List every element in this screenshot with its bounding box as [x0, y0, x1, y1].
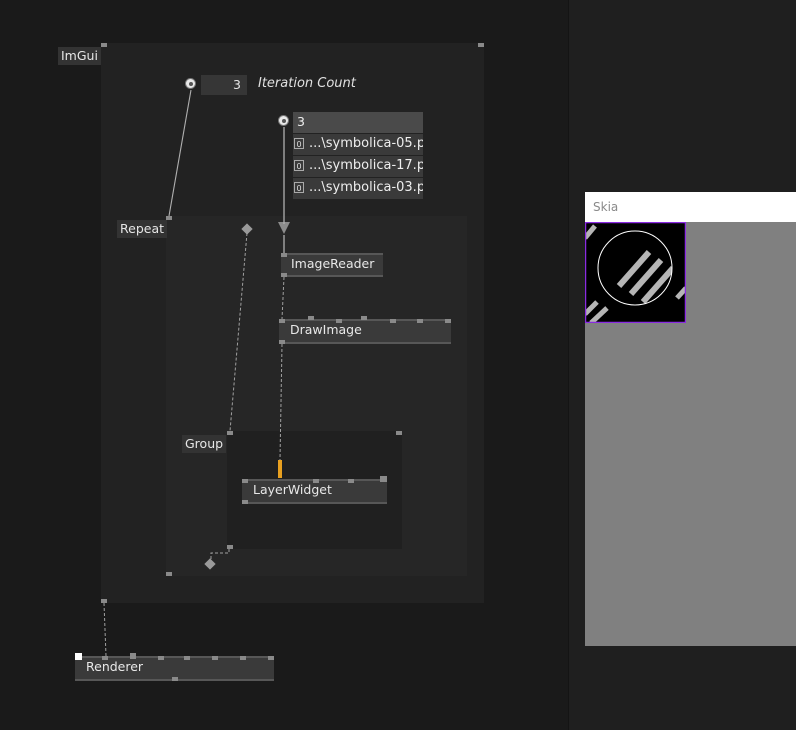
repeat-region-label: Repeat	[117, 220, 168, 238]
drawimage-pin[interactable]	[308, 316, 314, 320]
layerwidget-pin[interactable]	[242, 479, 248, 483]
imagereader-input-pin[interactable]	[281, 253, 287, 257]
iteration-count-label: Iteration Count	[258, 76, 356, 91]
spread-index-icon: 0	[294, 182, 304, 193]
drawimage-pin[interactable]	[390, 319, 396, 323]
spread-item-text: ...\symbolica-17.p	[309, 158, 423, 173]
drawimage-output-pin[interactable]	[279, 340, 285, 344]
layerwidget-output-pin[interactable]	[242, 500, 248, 504]
renderer-pin[interactable]	[212, 656, 218, 660]
group-pin-bottom[interactable]	[227, 545, 233, 549]
spread-item[interactable]: 0 ...\symbolica-17.p	[293, 156, 423, 177]
spread-pin-icon[interactable]	[278, 115, 289, 126]
skia-window-title: Skia	[585, 192, 796, 222]
spread-item-text: ...\symbolica-05.p	[309, 136, 423, 151]
layerwidget-pin[interactable]	[380, 476, 387, 482]
group-region-label: Group	[182, 435, 227, 453]
renderer-pin[interactable]	[184, 656, 190, 660]
renderer-output-pin[interactable]	[172, 677, 178, 681]
renderer-selected-pin[interactable]	[75, 653, 82, 660]
layerwidget-pin[interactable]	[348, 479, 354, 483]
imgui-pin-top-left[interactable]	[101, 43, 107, 47]
skia-layer-preview-icon[interactable]	[585, 222, 686, 323]
drawimage-pin[interactable]	[417, 319, 423, 323]
layerwidget-pin[interactable]	[313, 479, 319, 483]
spread-count[interactable]: 3	[293, 112, 423, 133]
iteration-count-pin-icon[interactable]	[185, 78, 196, 89]
repeat-pin-bottom[interactable]	[166, 572, 172, 576]
drawimage-pin[interactable]	[279, 319, 285, 323]
drawimage-pin[interactable]	[445, 319, 451, 323]
imagereader-node[interactable]: ImageReader	[281, 253, 383, 277]
spread-item[interactable]: 0 ...\symbolica-03.p	[293, 178, 423, 199]
drawimage-pin[interactable]	[336, 319, 342, 323]
drawimage-pin[interactable]	[361, 316, 367, 320]
spread-index-icon: 0	[294, 138, 304, 149]
renderer-pin[interactable]	[268, 656, 274, 660]
renderer-pin[interactable]	[240, 656, 246, 660]
iteration-count-input[interactable]: 3	[201, 75, 247, 95]
imgui-region-label: ImGui	[58, 47, 101, 65]
group-pin-top-right[interactable]	[396, 431, 402, 435]
renderer-pin[interactable]	[130, 653, 136, 659]
layerwidget-active-input-marker[interactable]	[278, 460, 282, 478]
spread-item[interactable]: 0 ...\symbolica-05.p	[293, 134, 423, 155]
drawimage-node[interactable]: DrawImage	[279, 319, 451, 344]
spread-index-icon: 0	[294, 160, 304, 171]
splicer-down-triangle-icon[interactable]	[277, 221, 291, 235]
renderer-pin[interactable]	[158, 656, 164, 660]
imgui-pin-top-right[interactable]	[478, 43, 484, 47]
imagereader-output-pin[interactable]	[281, 273, 287, 277]
imgui-pin-bottom[interactable]	[101, 599, 107, 603]
spread-item-text: ...\symbolica-03.p	[309, 180, 423, 195]
renderer-pin[interactable]	[102, 656, 108, 660]
group-pin-top-left[interactable]	[227, 431, 233, 435]
